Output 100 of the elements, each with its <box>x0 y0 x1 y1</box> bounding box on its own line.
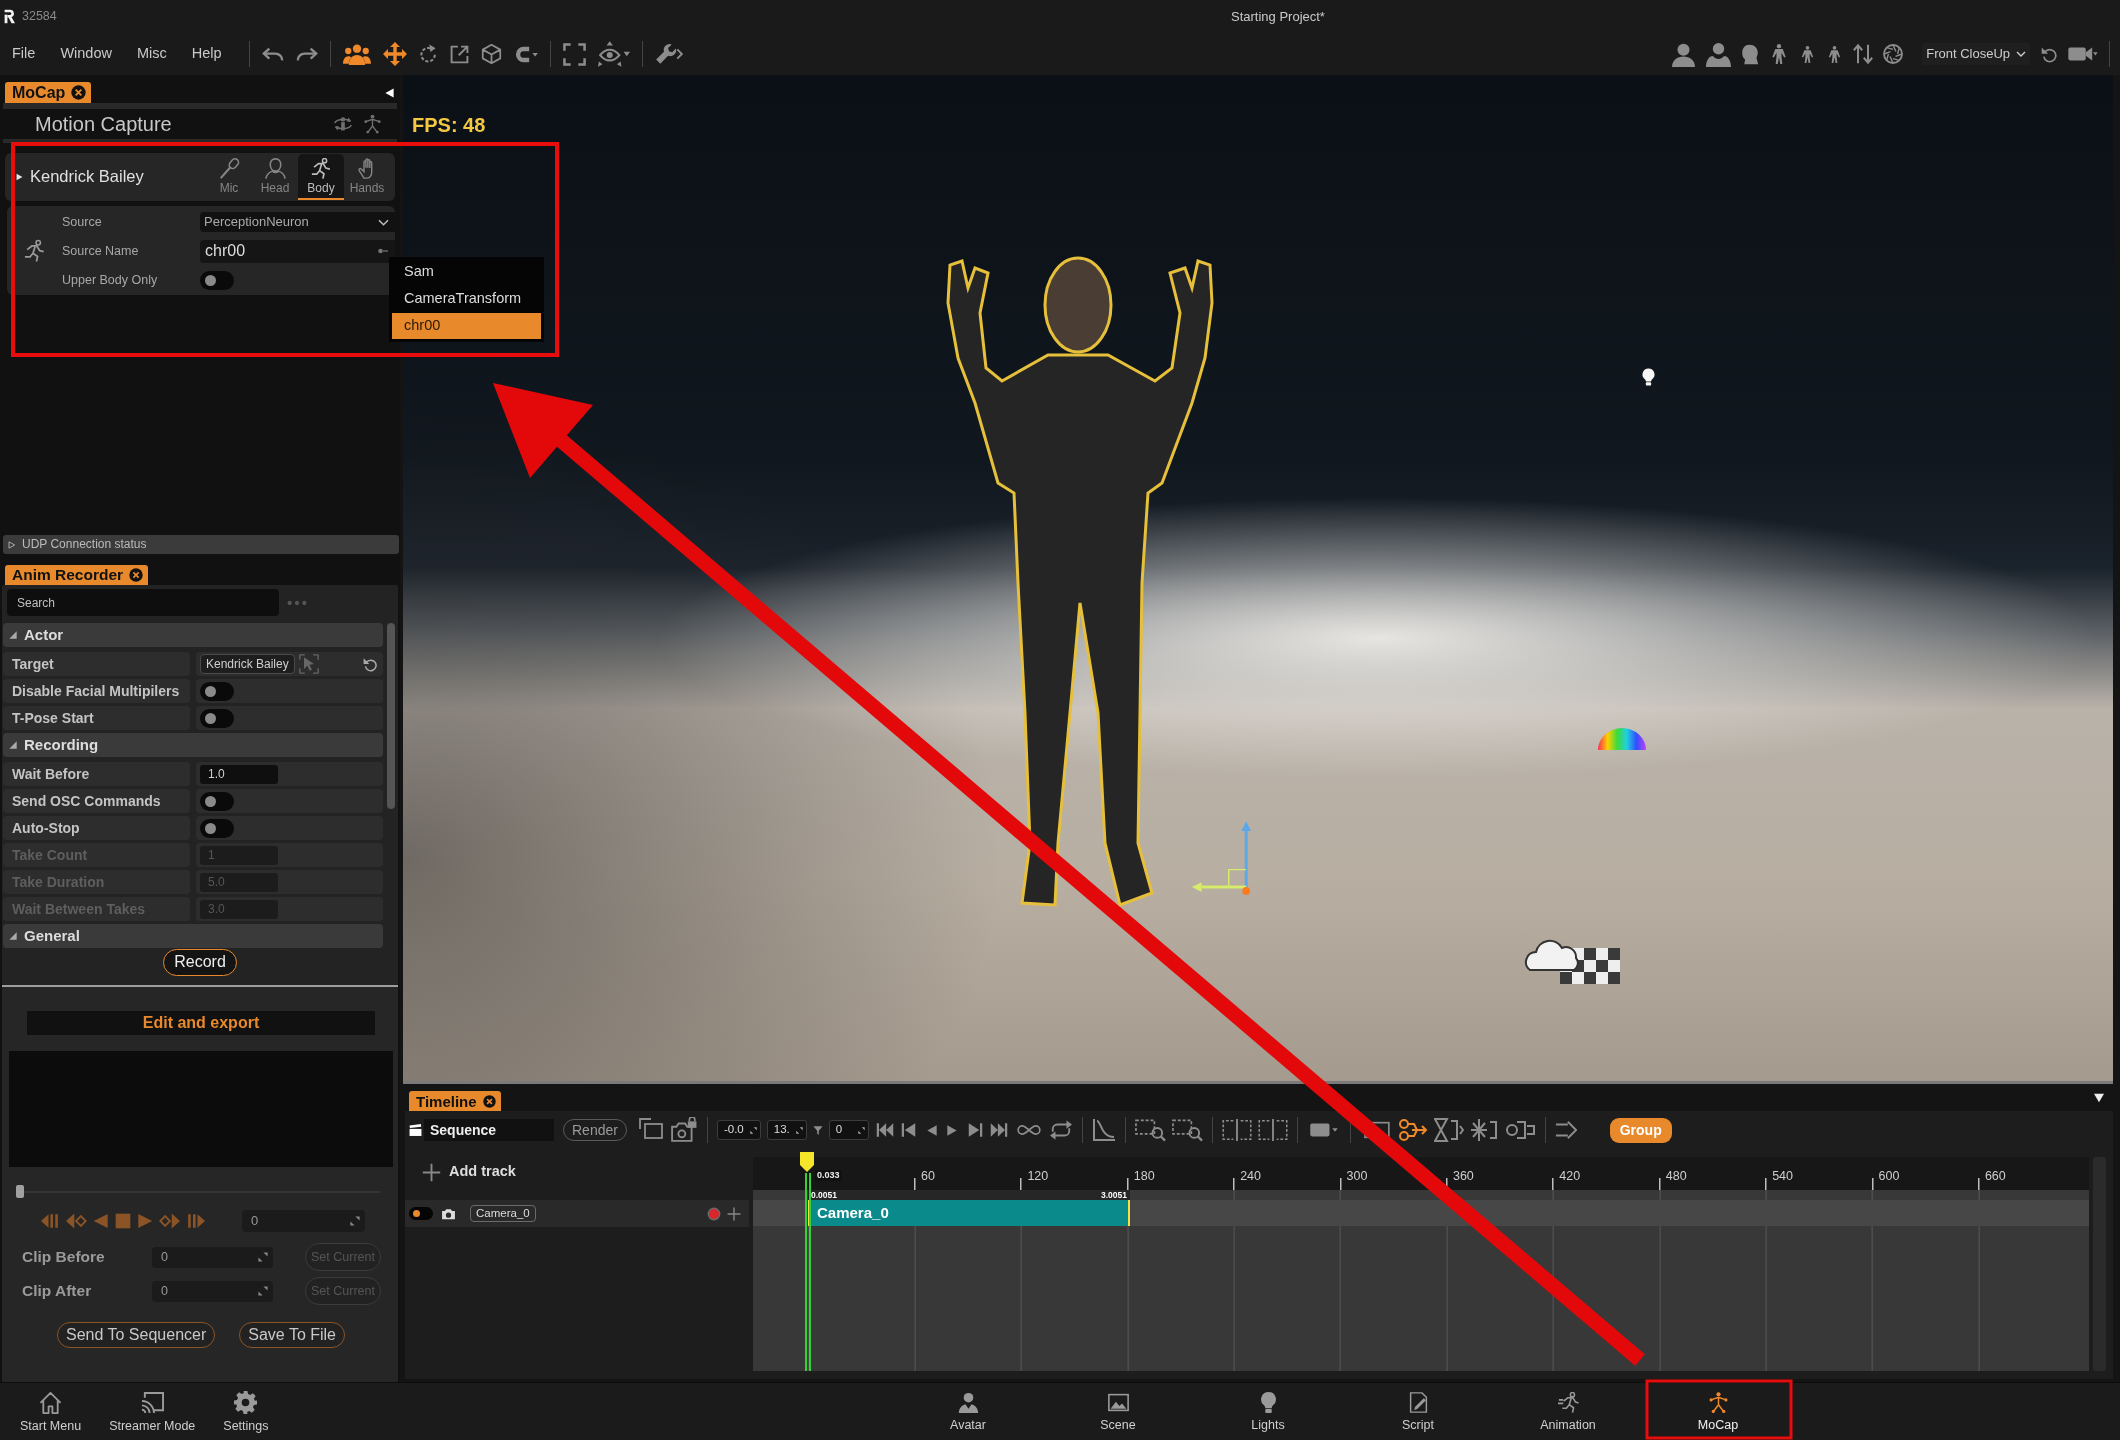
hourglass-icon[interactable] <box>1433 1118 1464 1142</box>
number-field[interactable]: -0.0 <box>716 1120 761 1140</box>
nav-button[interactable]: Start Menu <box>20 1390 82 1433</box>
number-field[interactable]: 1.0 <box>200 764 278 784</box>
text-field[interactable]: chr00 <box>200 239 395 263</box>
plus-icon[interactable] <box>727 1206 741 1221</box>
record-button[interactable]: Record <box>163 948 237 976</box>
menu-item[interactable]: Misc <box>132 43 171 65</box>
people-group-icon[interactable] <box>342 43 371 65</box>
mode-tab[interactable]: Body <box>298 154 344 200</box>
more-dots-icon[interactable] <box>287 599 307 606</box>
export-button[interactable]: Send To Sequencer <box>57 1322 216 1348</box>
nav-tab[interactable]: Avatar <box>893 1391 1043 1432</box>
number-field[interactable]: 0 <box>828 1120 869 1140</box>
previous-key-icon[interactable] <box>66 1212 87 1230</box>
menu-item[interactable]: File <box>8 43 40 65</box>
zoom-select-icon[interactable] <box>1134 1118 1166 1142</box>
camera-lock-icon[interactable] <box>669 1117 698 1143</box>
panel-tab[interactable]: Anim Recorder <box>5 565 149 585</box>
nav-tab[interactable]: Animation <box>1493 1391 1643 1432</box>
magnet-icon[interactable] <box>513 44 538 64</box>
collapse-triangle-icon[interactable] <box>2092 1093 2106 1103</box>
skip-end-icon[interactable] <box>988 1121 1009 1139</box>
mode-tab[interactable]: Hands <box>344 154 390 200</box>
dropdown-option[interactable]: Sam <box>392 259 541 285</box>
toggle-switch[interactable] <box>200 681 234 701</box>
wrench-icon[interactable] <box>654 43 683 65</box>
dropdown-option[interactable]: CameraTransform <box>392 286 541 312</box>
section-header[interactable]: UDP Connection status <box>3 535 399 554</box>
toggle-switch[interactable] <box>200 270 234 290</box>
frame-field[interactable]: 0 <box>242 1210 365 1232</box>
split-bracket-icon[interactable] <box>1221 1119 1252 1141</box>
nav-tab[interactable]: Script <box>1343 1391 1493 1432</box>
nav-tab[interactable]: Scene <box>1043 1391 1193 1432</box>
bust-icon[interactable] <box>1671 41 1697 67</box>
loop-icon[interactable] <box>1048 1119 1073 1141</box>
sequence-field[interactable]: Sequence <box>424 1119 554 1141</box>
toggle-switch[interactable] <box>200 708 234 728</box>
dropdown-option[interactable]: chr00 <box>392 313 541 339</box>
skip-start-icon[interactable] <box>874 1121 895 1139</box>
play-icon[interactable] <box>137 1212 153 1230</box>
mocap-figure-icon[interactable] <box>363 113 382 135</box>
curve-icon[interactable] <box>1091 1118 1116 1142</box>
move-arrows-icon[interactable] <box>382 42 407 66</box>
play-reverse-icon[interactable] <box>93 1212 109 1230</box>
target-field[interactable]: Kendrick Bailey <box>200 654 295 674</box>
external-link-icon[interactable] <box>449 44 469 64</box>
render-button[interactable]: Render <box>563 1119 627 1141</box>
toggle-switch[interactable] <box>200 791 234 811</box>
skip-back-icon[interactable] <box>40 1212 60 1230</box>
eye-icon[interactable] <box>597 41 630 67</box>
mode-tab[interactable]: Head <box>252 154 298 200</box>
add-track-link[interactable]: Add track <box>449 1163 516 1181</box>
snowflake-icon[interactable] <box>1469 1118 1500 1142</box>
playhead-icon[interactable] <box>799 1151 815 1173</box>
toggle-switch[interactable] <box>200 818 234 838</box>
split-bracket-icon[interactable] <box>1257 1119 1288 1141</box>
zoom-select-icon[interactable] <box>1171 1118 1203 1142</box>
nav-tab[interactable]: MoCap <box>1643 1391 1793 1432</box>
select-field[interactable]: PerceptionNeuron <box>200 212 395 232</box>
cube-icon[interactable] <box>480 43 502 65</box>
nav-button[interactable]: Streamer Mode <box>109 1390 196 1433</box>
view-preset-select[interactable]: Front CloseUp <box>1922 43 2030 65</box>
pick-cursor-icon[interactable] <box>298 654 319 674</box>
up-down-arrows-icon[interactable] <box>1853 43 1874 65</box>
panel-tab[interactable]: MoCap <box>5 82 92 103</box>
timeline-clip[interactable]: Camera_0 <box>808 1200 1130 1226</box>
next-key-icon[interactable] <box>159 1212 180 1230</box>
redo-icon[interactable] <box>295 46 318 62</box>
slider-thumb[interactable] <box>16 1185 24 1198</box>
node-icon[interactable] <box>1505 1118 1536 1142</box>
section-header[interactable]: General <box>3 924 383 948</box>
rotate-icon[interactable] <box>418 44 438 64</box>
aperture-icon[interactable] <box>1883 44 1904 64</box>
record-dot-icon[interactable] <box>707 1206 721 1221</box>
panel-tab[interactable]: Timeline <box>409 1091 501 1111</box>
menu-item[interactable]: Help <box>187 43 226 65</box>
caret-icon[interactable] <box>16 171 23 183</box>
mode-tab[interactable]: Mic <box>206 154 252 200</box>
reset-icon[interactable] <box>2041 45 2058 63</box>
frame-icon[interactable] <box>637 1118 664 1142</box>
search-field[interactable]: Search <box>7 589 279 616</box>
track-header[interactable]: Camera_0 <box>405 1200 749 1227</box>
nav-tab[interactable]: Lights <box>1193 1391 1343 1432</box>
arrow-right-icon[interactable] <box>1554 1119 1577 1141</box>
section-header[interactable]: Actor <box>3 623 383 647</box>
undo-icon[interactable] <box>261 46 284 62</box>
scrollbar-thumb[interactable] <box>387 623 395 809</box>
nav-button[interactable]: Settings <box>223 1390 269 1433</box>
number-field[interactable]: 13. <box>766 1120 807 1140</box>
skip-forward-icon[interactable] <box>186 1212 206 1230</box>
filter-icon[interactable] <box>812 1124 823 1136</box>
playhead-line[interactable] <box>805 1173 811 1371</box>
bust-icon[interactable] <box>1706 41 1732 67</box>
reset-icon[interactable] <box>363 656 378 672</box>
track-toggle[interactable] <box>409 1207 433 1220</box>
fullscreen-icon[interactable] <box>562 42 586 66</box>
section-header[interactable]: Recording <box>3 733 383 757</box>
menu-item[interactable]: Window <box>56 43 116 65</box>
link-arrow-icon[interactable] <box>1397 1118 1428 1142</box>
